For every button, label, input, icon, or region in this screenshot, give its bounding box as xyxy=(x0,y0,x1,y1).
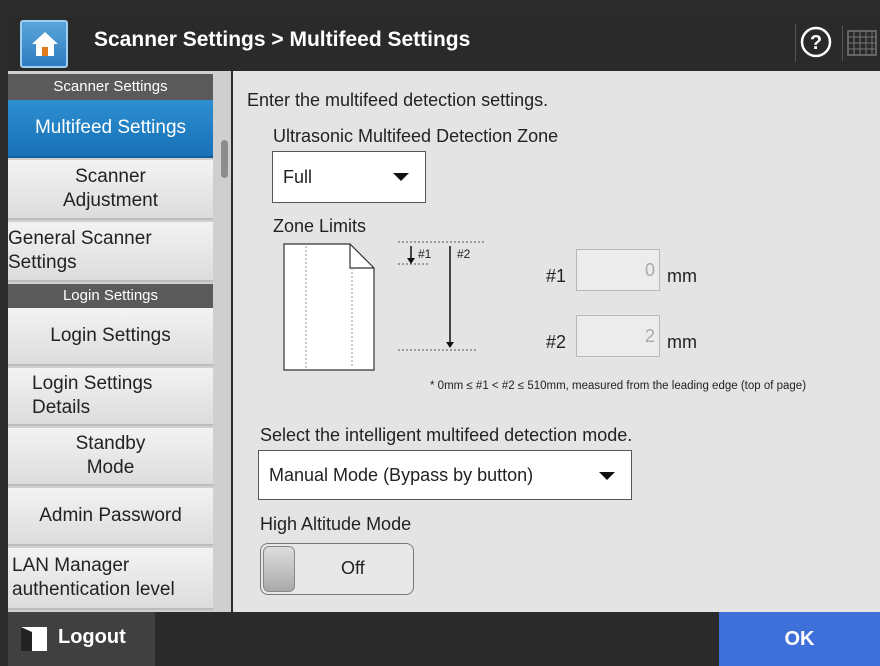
page-title: Scanner Settings > Multifeed Settings xyxy=(94,28,471,51)
limit1-input[interactable]: 0 xyxy=(576,249,660,291)
sidebar-item-standby-mode[interactable]: Standby Mode xyxy=(8,428,213,486)
zone-dropdown-value: Full xyxy=(283,166,313,187)
zone-note: * 0mm ≤ #1 < #2 ≤ 510mm, measured from t… xyxy=(430,380,807,392)
svg-text:?: ? xyxy=(810,32,822,54)
mode-label: Select the intelligent multifeed detecti… xyxy=(260,425,633,445)
diagram-marker-1: #1 xyxy=(418,247,432,261)
sidebar-item-multifeed-settings[interactable]: Multifeed Settings xyxy=(8,100,213,158)
altitude-toggle[interactable]: Off xyxy=(260,543,414,595)
sidebar-item-admin-password[interactable]: Admin Password xyxy=(8,488,213,546)
help-button[interactable]: ? xyxy=(795,24,835,62)
home-icon xyxy=(32,32,58,56)
limit2-label: #2 xyxy=(546,332,567,352)
altitude-toggle-value: Off xyxy=(341,558,365,578)
sidebar-item-login-settings[interactable]: Login Settings xyxy=(8,308,213,366)
logout-icon xyxy=(21,627,47,651)
keyboard-button[interactable] xyxy=(842,25,880,61)
sidebar-item-scanner-adjustment[interactable]: Scanner Adjustment xyxy=(8,160,213,220)
altitude-toggle-knob[interactable] xyxy=(263,546,295,592)
sidebar-section-scanner-settings: Scanner Settings xyxy=(8,74,213,100)
chevron-down-icon xyxy=(599,472,615,480)
zone-diagram: #1 #2 xyxy=(283,241,486,371)
keyboard-icon xyxy=(847,30,877,56)
sidebar-item-login-settings-details[interactable]: Login Settings Details xyxy=(8,368,213,426)
home-button[interactable] xyxy=(20,20,68,68)
sidebar-item-general-scanner-settings[interactable]: General Scanner Settings xyxy=(8,222,213,282)
mode-dropdown[interactable]: Manual Mode (Bypass by button) xyxy=(258,450,632,500)
intro-text: Enter the multifeed detection settings. xyxy=(247,90,549,110)
diagram-marker-2: #2 xyxy=(457,247,471,261)
logout-label: Logout xyxy=(58,626,126,648)
logout-button[interactable]: Logout xyxy=(8,612,155,666)
limit1-unit: mm xyxy=(667,266,697,286)
zone-dropdown[interactable]: Full xyxy=(272,151,426,203)
help-icon: ? xyxy=(800,26,832,58)
ok-button[interactable]: OK xyxy=(719,612,880,666)
sidebar-section-login-settings: Login Settings xyxy=(8,284,213,308)
sidebar-scroll-thumb[interactable] xyxy=(221,140,228,178)
limit2-input[interactable]: 2 xyxy=(576,315,660,357)
chevron-down-icon xyxy=(393,173,409,181)
zone-label: Ultrasonic Multifeed Detection Zone xyxy=(273,126,559,146)
limit2-unit: mm xyxy=(667,332,697,352)
sidebar-item-lan-manager[interactable]: LAN Manager authentication level xyxy=(8,548,213,610)
mode-dropdown-value: Manual Mode (Bypass by button) xyxy=(269,464,534,485)
altitude-label: High Altitude Mode xyxy=(260,514,412,534)
limit1-label: #1 xyxy=(546,266,567,286)
zone-limits-label: Zone Limits xyxy=(273,216,367,236)
